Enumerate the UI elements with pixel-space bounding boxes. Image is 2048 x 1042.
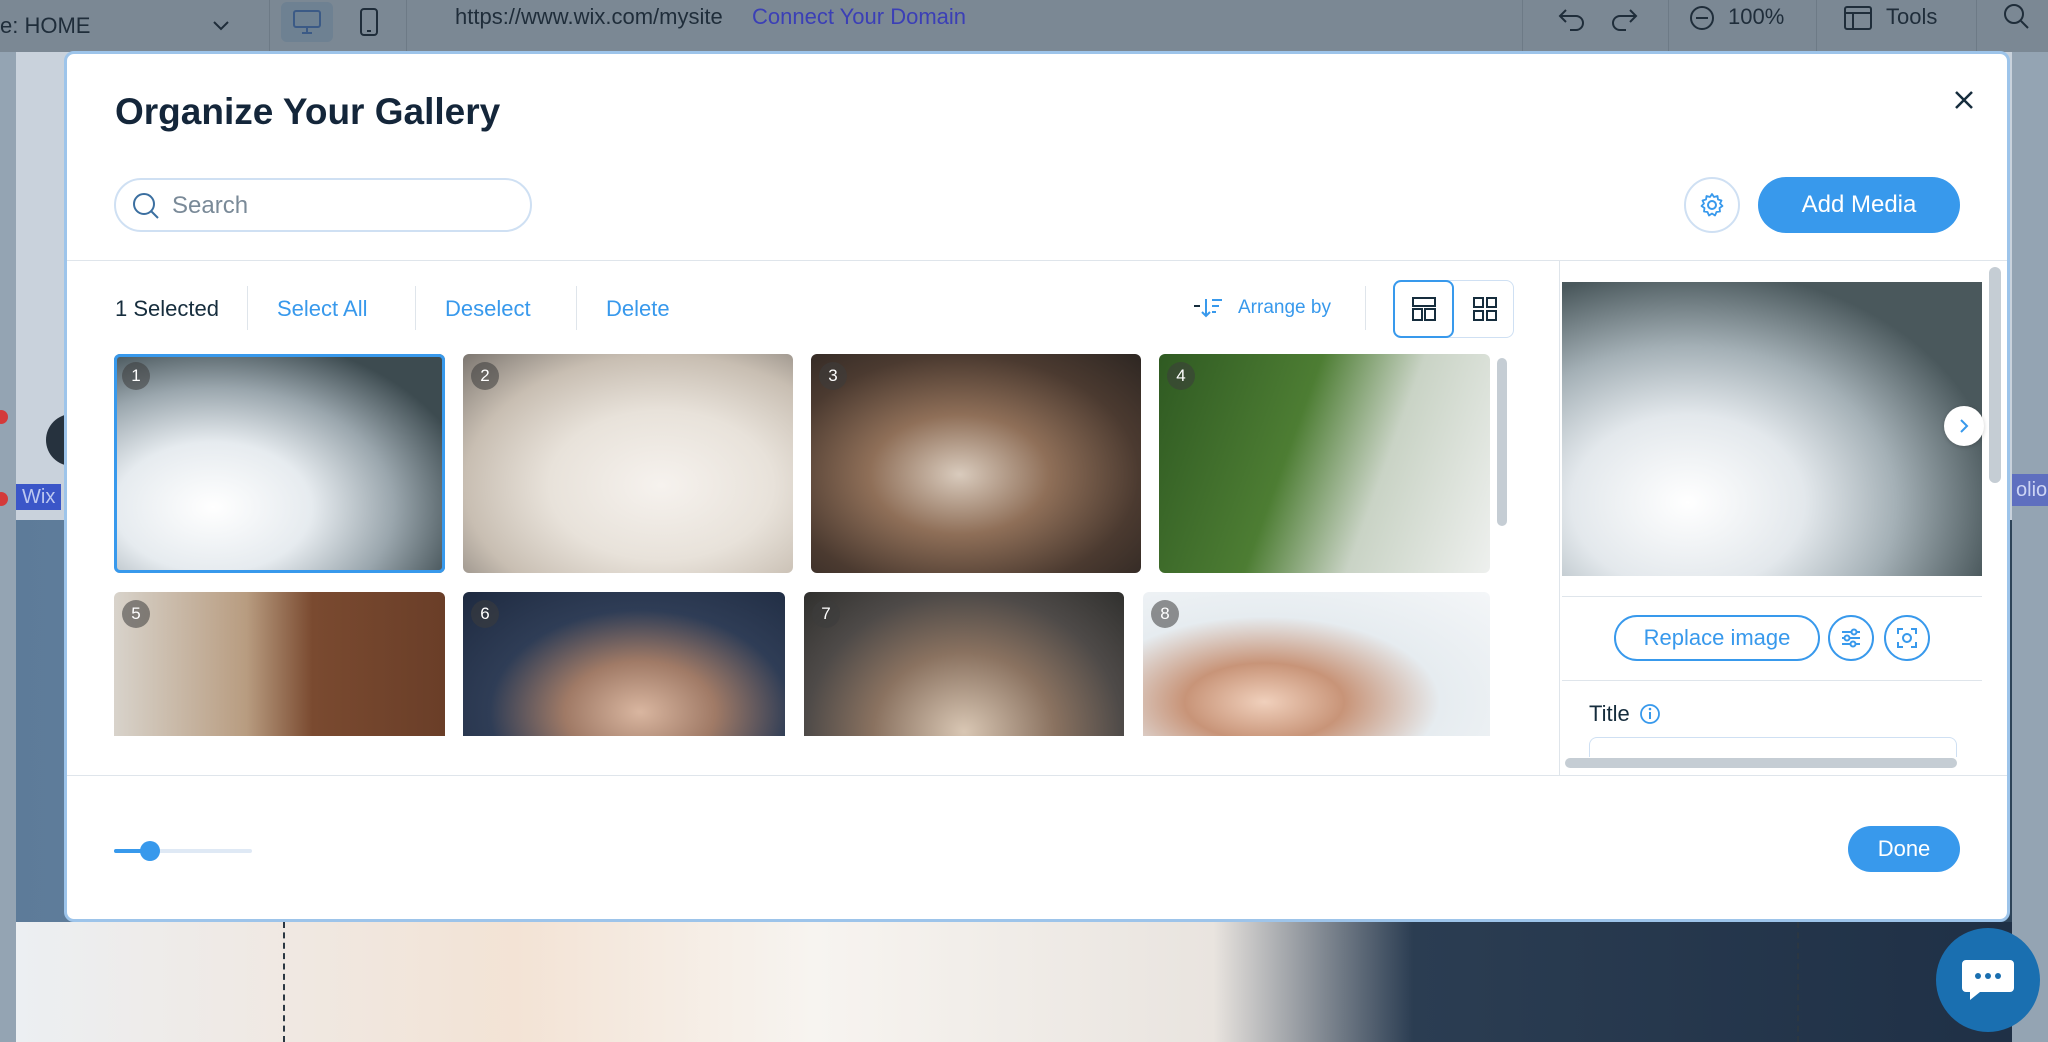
info-icon[interactable] xyxy=(1638,702,1662,726)
focal-point-icon xyxy=(1897,628,1917,648)
stage-left-margin xyxy=(0,52,16,1042)
close-button[interactable] xyxy=(1944,80,1984,120)
masonry-layout-button[interactable] xyxy=(1393,280,1454,338)
side-panel-vertical-scrollbar[interactable] xyxy=(1989,267,2001,483)
background-strip-image xyxy=(16,922,2012,1042)
search-icon xyxy=(133,193,159,219)
layout-grid-icon xyxy=(1472,297,1497,321)
chevron-right-icon xyxy=(1960,419,1969,433)
topbar-divider xyxy=(1668,0,1669,52)
gallery-thumbnail[interactable]: 2 xyxy=(463,354,793,573)
editor-topbar: e: HOME https://www.wix.com/mysite Conne… xyxy=(0,0,2048,52)
side-panel-divider xyxy=(1559,261,1560,775)
topbar-divider xyxy=(1522,0,1523,52)
gallery-thumbnail[interactable]: 8 xyxy=(1143,592,1490,736)
zoom-level[interactable]: 100% xyxy=(1728,4,1784,30)
arrange-icon xyxy=(1194,299,1222,318)
selected-image-preview xyxy=(1562,282,1982,576)
layout-toggle xyxy=(1393,280,1514,338)
thumbnail-number: 6 xyxy=(471,600,499,628)
thumbnail-number: 5 xyxy=(122,600,150,628)
gallery-thumbnail[interactable]: 1 xyxy=(114,354,445,573)
arrange-by-button[interactable]: Arrange by xyxy=(1192,296,1331,320)
replace-image-button[interactable]: Replace image xyxy=(1614,615,1820,661)
thumbnail-number: 2 xyxy=(471,362,499,390)
toolbar-divider xyxy=(415,286,416,330)
element-tag: olio xyxy=(2012,474,2048,506)
zoom-out-icon[interactable] xyxy=(1686,2,1718,34)
side-panel-divider xyxy=(1562,596,1982,597)
gallery-thumbnail[interactable]: 4 xyxy=(1159,354,1490,573)
layout-masonry-icon xyxy=(1411,297,1436,321)
search-box xyxy=(114,178,532,232)
gallery-thumbnail[interactable]: 5 xyxy=(114,592,445,736)
adjust-icon xyxy=(1842,628,1860,648)
topbar-divider xyxy=(406,0,407,52)
thumbnail-number: 4 xyxy=(1167,362,1195,390)
side-panel-divider xyxy=(1562,680,1982,681)
deselect-button[interactable]: Deselect xyxy=(445,296,531,322)
chat-button[interactable] xyxy=(1936,928,2040,1032)
footer-divider xyxy=(67,775,2007,776)
side-panel-horizontal-scrollbar[interactable] xyxy=(1565,758,1957,768)
thumbnail-size-slider-handle[interactable] xyxy=(139,841,160,861)
done-button[interactable]: Done xyxy=(1848,826,1960,872)
search-icon[interactable] xyxy=(2000,0,2032,32)
gallery-thumbnail[interactable]: 7 xyxy=(804,592,1124,736)
chevron-down-icon xyxy=(213,21,229,31)
title-input[interactable] xyxy=(1589,737,1957,757)
stage-guide-line xyxy=(1797,922,1799,1042)
add-media-button[interactable]: Add Media xyxy=(1758,177,1960,233)
gallery-grid: 1 2 3 4 5 6 7 8 xyxy=(114,354,1492,736)
toolbar-divider xyxy=(576,286,577,330)
desktop-view-button[interactable] xyxy=(281,2,333,42)
gallery-thumbnail[interactable]: 6 xyxy=(463,592,785,736)
tools-button[interactable]: Tools xyxy=(1886,4,1937,30)
search-input[interactable] xyxy=(172,188,512,224)
connect-domain-link[interactable]: Connect Your Domain xyxy=(752,4,966,30)
stage-guide-line xyxy=(283,922,285,1042)
gallery-scrollbar[interactable] xyxy=(1497,358,1507,526)
topbar-divider xyxy=(1816,0,1817,52)
arrange-by-label: Arrange by xyxy=(1238,297,1331,318)
site-url: https://www.wix.com/mysite xyxy=(455,4,723,29)
page-selector-label: e: HOME xyxy=(0,13,91,38)
element-tag: Wix xyxy=(16,484,62,510)
focal-point-button[interactable] xyxy=(1884,615,1930,661)
grid-layout-button[interactable] xyxy=(1454,280,1515,338)
title-label-text: Title xyxy=(1589,701,1630,726)
thumbnail-number: 3 xyxy=(819,362,847,390)
adjust-image-button[interactable] xyxy=(1828,615,1874,661)
selected-count: 1 Selected xyxy=(115,296,219,321)
mobile-view-button[interactable] xyxy=(343,2,395,42)
thumbnail-number: 1 xyxy=(122,362,150,390)
gear-icon xyxy=(1700,193,1724,217)
toolbar-divider xyxy=(1365,286,1366,330)
thumbnail-number: 7 xyxy=(812,600,840,628)
header-divider xyxy=(67,260,2007,261)
gallery-thumbnail[interactable]: 3 xyxy=(811,354,1141,573)
select-all-button[interactable]: Select All xyxy=(277,296,368,322)
mobile-icon xyxy=(360,8,378,36)
desktop-icon xyxy=(293,10,321,34)
thumbnail-number: 8 xyxy=(1151,600,1179,628)
tools-icon[interactable] xyxy=(1842,2,1874,34)
close-icon xyxy=(1955,91,1973,109)
stage-right-margin xyxy=(2012,52,2048,1042)
delete-button[interactable]: Delete xyxy=(606,296,670,322)
title-field-label: Title xyxy=(1589,701,1662,727)
toolbar-divider xyxy=(247,286,248,330)
undo-icon[interactable] xyxy=(1556,2,1588,34)
modal-title: Organize Your Gallery xyxy=(115,91,501,132)
topbar-divider xyxy=(1976,0,1977,52)
gallery-settings-button[interactable] xyxy=(1684,177,1740,233)
redo-icon[interactable] xyxy=(1608,2,1640,34)
chat-icon xyxy=(1962,960,2014,1000)
page-selector[interactable]: e: HOME xyxy=(0,0,270,52)
next-image-button[interactable] xyxy=(1944,406,1984,446)
